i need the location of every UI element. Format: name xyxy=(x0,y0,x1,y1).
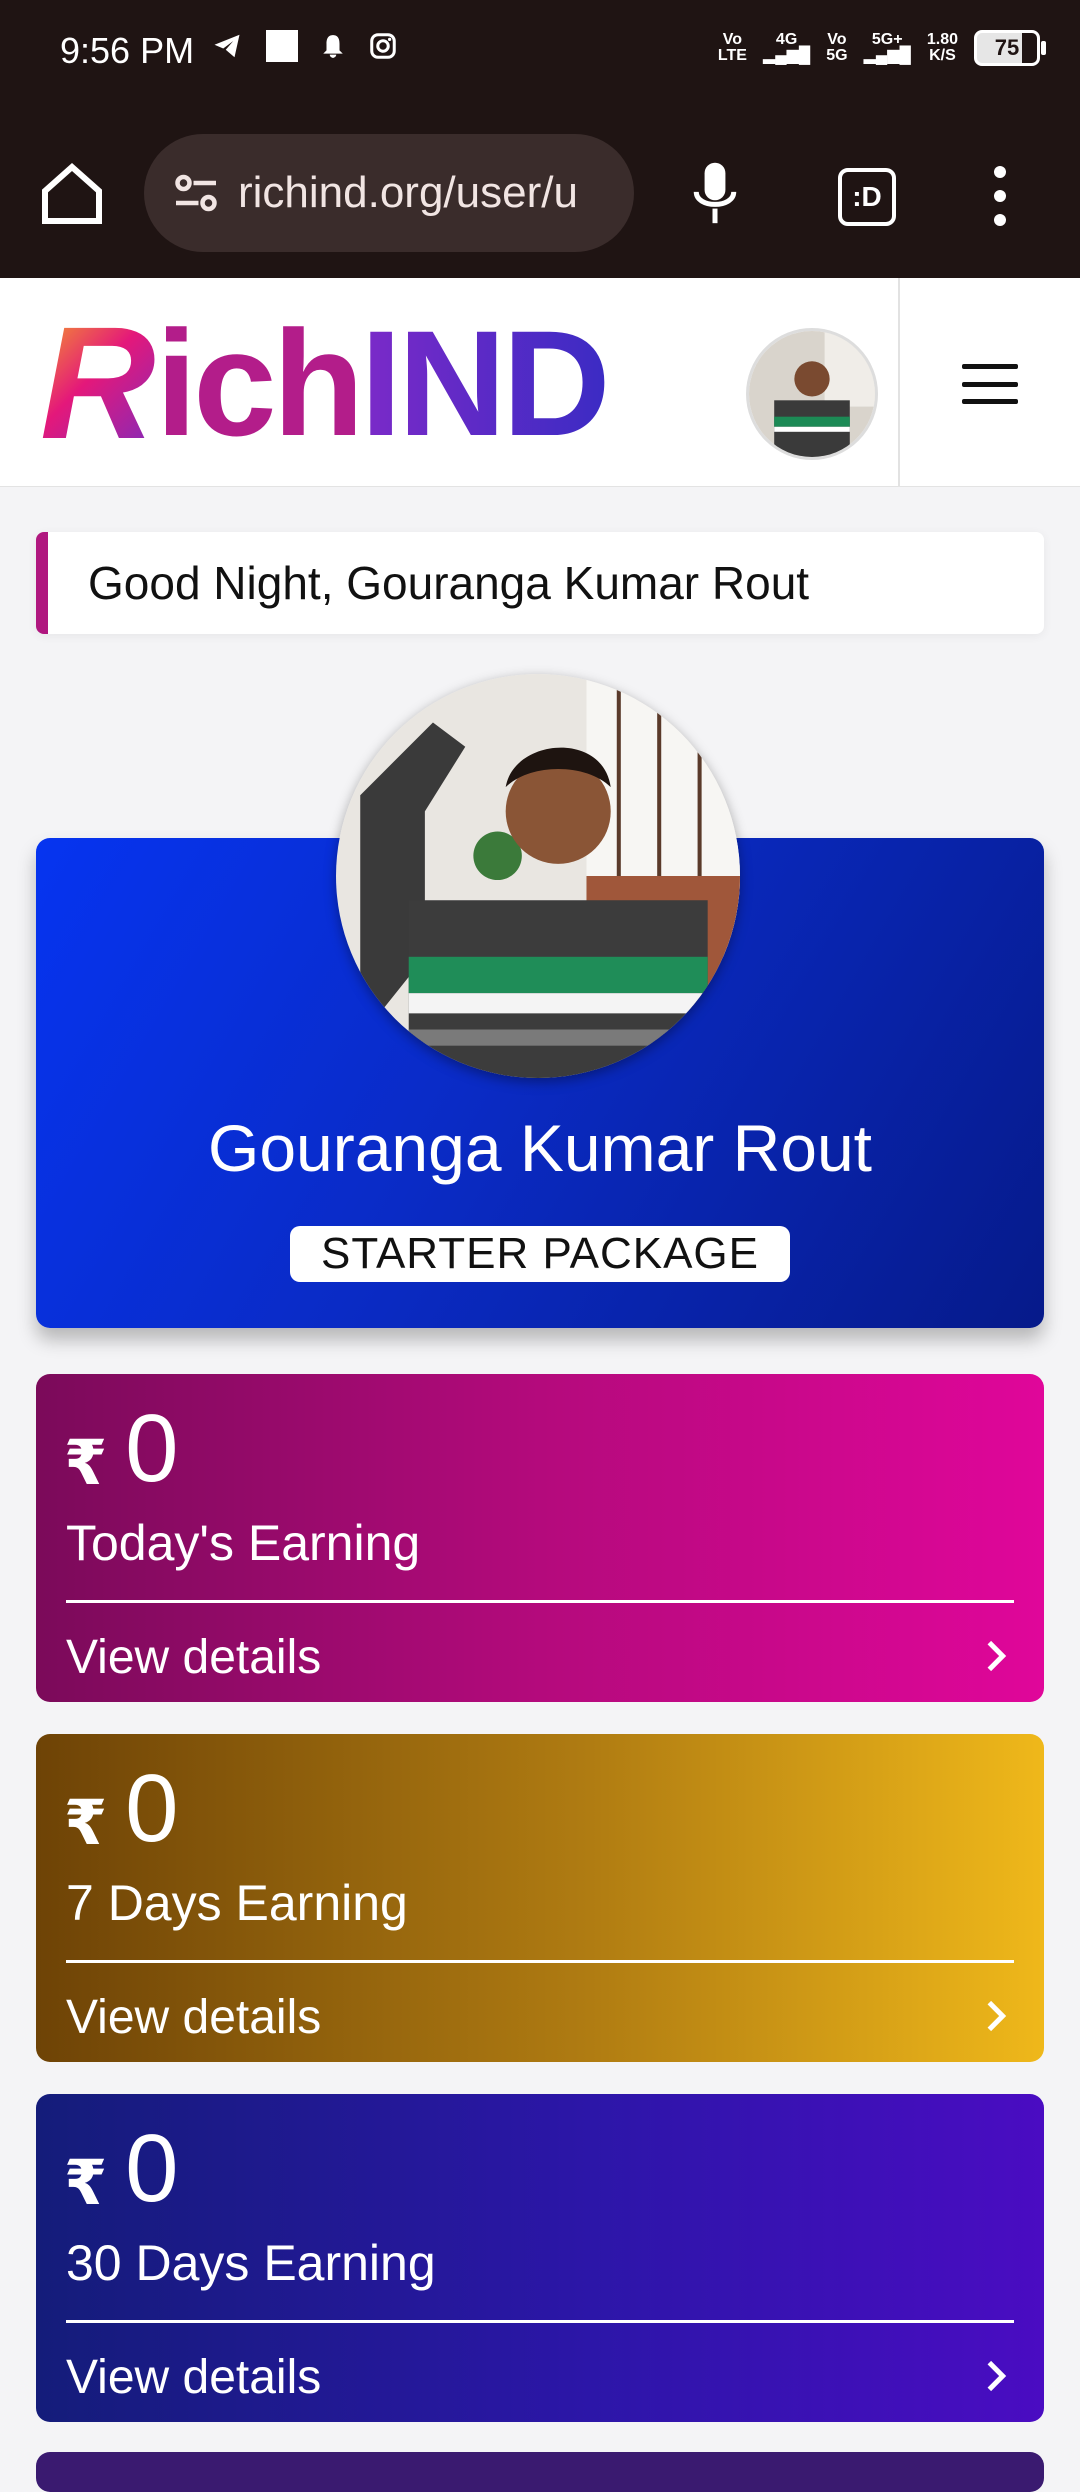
earning-label: Today's Earning xyxy=(66,1515,421,1571)
more-vert-icon[interactable] xyxy=(990,166,1010,226)
site-settings-icon[interactable] xyxy=(166,163,226,223)
status-system-icons: Vo LTE 4G ▂▄▆█ Vo 5G 5G+ ▂▄▆█ 1.80 K/S 75 xyxy=(717,30,1046,66)
card-divider xyxy=(66,1600,1014,1603)
site-header: Rich IND xyxy=(0,278,1080,487)
earning-label: 7 Days Earning xyxy=(66,1875,408,1931)
earning-amount: ₹ 0 xyxy=(64,2115,179,2222)
telegram-icon xyxy=(214,34,240,58)
chevron-right-icon[interactable] xyxy=(976,1996,1016,2036)
home-icon[interactable] xyxy=(36,158,108,230)
header-divider xyxy=(898,278,900,486)
bell-icon xyxy=(323,35,343,58)
profile-name: Gouranga Kumar Rout xyxy=(207,1111,873,1185)
view-details-link[interactable]: View details xyxy=(66,1630,321,1685)
next-card-partial xyxy=(36,2452,1044,2492)
address-bar[interactable]: richind.org/user/u xyxy=(144,134,634,252)
rupee-icon: ₹ xyxy=(64,1789,108,1858)
volte-lte-indicator: Vo LTE xyxy=(717,31,747,64)
status-bar: 9:56 PM Vo LTE 4G ▂▄▆█ Vo 5G 5G+ ▂▄▆█ 1.80 K/… xyxy=(0,0,1080,110)
chevron-right-icon[interactable] xyxy=(976,2356,1016,2396)
status-time: 9:56 PM xyxy=(60,30,195,71)
rupee-icon: ₹ xyxy=(64,1429,108,1498)
richind-logo[interactable]: Rich IND xyxy=(40,303,611,463)
instagram-icon xyxy=(370,33,396,59)
greeting-banner: Good Night, Gouranga Kumar Rout xyxy=(36,532,1044,634)
view-details-link[interactable]: View details xyxy=(66,1990,321,2045)
profile-avatar[interactable] xyxy=(336,674,740,1078)
battery-icon: 75 xyxy=(974,30,1046,66)
earning-label: 30 Days Earning xyxy=(66,2235,436,2291)
header-avatar[interactable] xyxy=(746,328,878,460)
seven-days-earning-card: ₹ 0 7 Days Earning View details xyxy=(36,1734,1044,2062)
package-badge: STARTER PACKAGE xyxy=(290,1226,790,1282)
signal-icon: 4G ▂▄▆█ xyxy=(762,31,811,64)
chevron-right-icon[interactable] xyxy=(976,1636,1016,1676)
todays-earning-card: ₹ 0 Today's Earning View details xyxy=(36,1374,1044,1702)
earning-amount: ₹ 0 xyxy=(64,1755,179,1862)
browser-toolbar: richind.org/user/u :D xyxy=(0,110,1080,278)
rupee-icon: ₹ xyxy=(64,2149,108,2218)
mic-icon[interactable] xyxy=(690,158,740,230)
tabs-icon[interactable]: :D xyxy=(838,168,896,226)
volte-5g-indicator: Vo 5G xyxy=(826,31,848,64)
signal-5g-icon: 5G+ ▂▄▆█ xyxy=(863,31,911,64)
view-details-link[interactable]: View details xyxy=(66,2350,321,2405)
square-notification-icon xyxy=(266,30,298,62)
url-text[interactable]: richind.org/user/u xyxy=(238,168,578,218)
thirty-days-earning-card: ₹ 0 30 Days Earning View details xyxy=(36,2094,1044,2422)
status-notification-icons xyxy=(210,30,398,62)
network-speed: 1.80 K/S xyxy=(926,31,958,64)
card-divider xyxy=(66,1960,1014,1963)
card-divider xyxy=(66,2320,1014,2323)
hamburger-icon[interactable] xyxy=(962,364,1018,404)
earning-amount: ₹ 0 xyxy=(64,1395,179,1502)
